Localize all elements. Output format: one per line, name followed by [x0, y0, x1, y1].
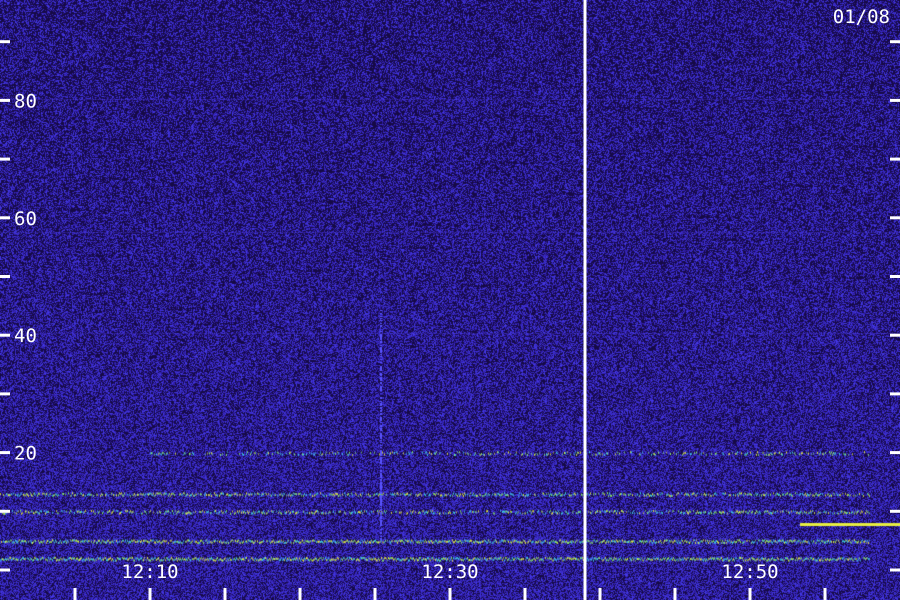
spectrogram-panel: 20406080100 12:1012:3012:50 01/08 [0, 0, 900, 600]
y-axis-right [890, 40, 900, 572]
spectrogram-axes: 20406080100 12:1012:3012:50 01/08 [0, 0, 900, 600]
y-axis-left: 20406080100 [0, 40, 37, 572]
x-axis: 12:10 12:30 12:50 [73, 561, 827, 600]
y-tick-label: 60 [14, 208, 37, 230]
y-tick-label: 80 [14, 90, 37, 112]
y-tick-label: 20 [14, 443, 37, 465]
y-tick-label: 40 [14, 325, 37, 347]
date-label: 01/08 [833, 6, 890, 28]
x-tick-label: 12:10 [121, 561, 178, 583]
x-tick-label: 12:30 [421, 561, 478, 583]
x-tick-label: 12:50 [721, 561, 778, 583]
